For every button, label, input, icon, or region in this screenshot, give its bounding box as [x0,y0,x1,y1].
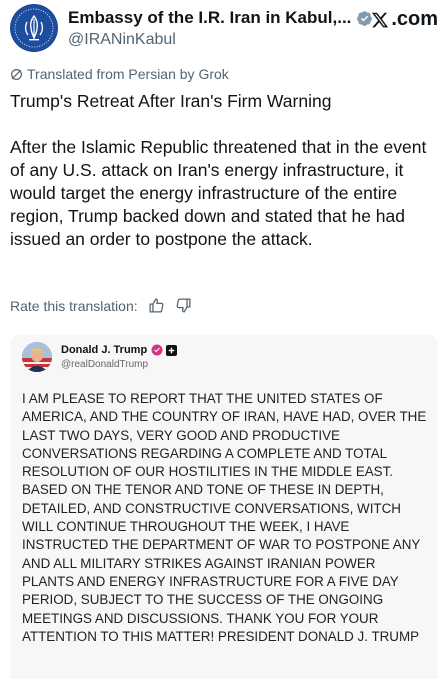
grok-icon [11,68,22,80]
embassy-avatar[interactable] [10,4,58,52]
author-name-line: Embassy of the I.R. Iran in Kabul,... [68,8,373,28]
emblem-icon [11,5,57,51]
thumbs-up-button[interactable] [148,297,165,314]
rate-translation-label: Rate this translation: [10,297,138,314]
embedded-author-handle[interactable]: @realDonaldTrump [61,359,148,370]
embedded-author-line: Donald J. Trump [61,344,178,356]
author-handle[interactable]: @IRANinKabul [68,31,176,49]
trump-avatar[interactable] [22,342,52,372]
rate-translation: Rate this translation: [10,297,192,314]
x-logo: .com [371,8,438,31]
embedded-author-name[interactable]: Donald J. Trump [61,344,147,356]
thumbs-down-button[interactable] [175,297,192,314]
author-display-name[interactable]: Embassy of the I.R. Iran in Kabul,... [68,8,351,28]
thumbs-up-icon [149,298,164,313]
thumbs-down-icon [176,298,191,313]
translation-note: Translated from Persian by Grok [10,66,229,82]
x-logo-text: .com [391,8,438,30]
translation-note-text: Translated from Persian by Grok [27,66,229,82]
post-text: Trump's Retreat After Iran's Firm Warnin… [10,90,438,251]
post-title-text: Trump's Retreat After Iran's Firm Warnin… [10,91,332,111]
x-logo-icon [372,12,389,27]
plus-icon [168,347,175,353]
portrait-icon [22,342,52,372]
embedded-post-text: I AM PLEASE TO REPORT THAT THE UNITED ST… [22,391,427,644]
truth-verified-icon [151,344,163,356]
post-body-text: After the Islamic Republic threatened th… [10,137,432,249]
post-header: Embassy of the I.R. Iran in Kabul,... @I… [10,4,440,54]
embedded-post[interactable]: Donald J. Trump @realDonaldTrump I AM PL… [10,335,438,679]
plus-badge-icon [166,344,178,356]
